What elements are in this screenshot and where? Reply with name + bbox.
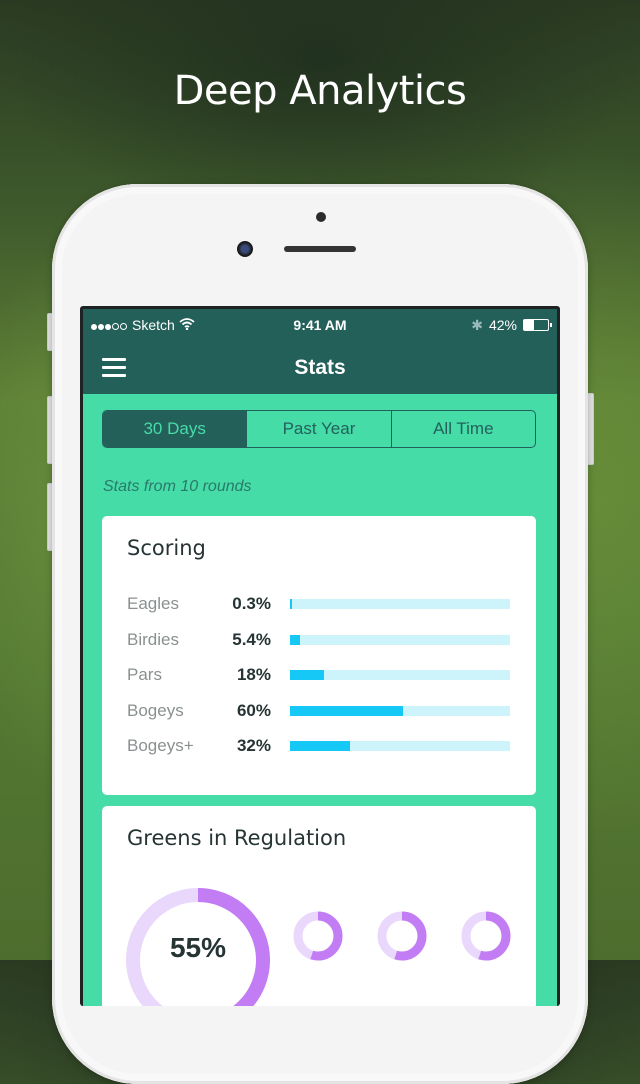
proximity-sensor (316, 212, 326, 222)
rounds-summary: Stats from 10 rounds (103, 478, 252, 495)
greens-in-regulation-card: Greens in Regulation 55% (102, 806, 536, 1006)
scoring-bar-track (290, 705, 510, 716)
scoring-row: Bogeys 60% (127, 699, 511, 723)
scoring-row-value: 18% (236, 665, 271, 684)
scoring-title: Scoring (127, 536, 206, 560)
time-range-segmented-control: 30 Days Past Year All Time (102, 410, 536, 448)
segment-past-year[interactable]: Past Year (246, 411, 390, 447)
gir-small-donut (461, 911, 511, 961)
earpiece-speaker (284, 246, 356, 252)
scoring-bar-track (290, 670, 510, 680)
scoring-row-label: Bogeys+ (127, 736, 194, 755)
segment-all-time[interactable]: All Time (390, 411, 535, 447)
scoring-card: Scoring Eagles 0.3% Birdies 5.4% Pars 18% Boge… (102, 516, 536, 795)
bluetooth-icon: ✱ (471, 316, 483, 333)
scoring-bar-fill (290, 741, 351, 751)
scoring-row-label: Birdies (127, 629, 179, 649)
scoring-bar-track (290, 634, 510, 645)
hamburger-menu-icon[interactable] (102, 358, 126, 377)
scoring-row-label: Pars (127, 665, 162, 684)
battery-icon (523, 319, 552, 331)
scoring-row-value: 60% (236, 700, 271, 720)
phone-screen: Sketch 9:41 AM ✱ 42% Stats 30 Days Past … (80, 306, 560, 1006)
scoring-row-value: 32% (236, 736, 271, 755)
scoring-row: Bogeys+ 32% (127, 734, 511, 758)
scoring-bar-fill (290, 634, 301, 645)
gir-overall-value: 55% (169, 932, 227, 963)
scoring-row: Pars 18% (127, 663, 511, 687)
scoring-row-label: Bogeys (127, 700, 184, 720)
scoring-bar-track (290, 599, 510, 609)
power-button (587, 393, 594, 465)
scoring-bar-fill (290, 599, 292, 609)
status-bar: Sketch 9:41 AM ✱ 42% (83, 309, 557, 341)
scoring-row-label: Eagles (127, 594, 179, 613)
segment-30-days[interactable]: 30 Days (103, 411, 247, 447)
gir-small-donut (293, 911, 343, 961)
nav-bar: Stats (83, 341, 557, 394)
scoring-bar-track (290, 741, 510, 751)
gir-small-donut (377, 911, 427, 961)
scoring-row: Eagles 0.3% (127, 592, 511, 616)
scoring-row-value: 5.4% (232, 629, 271, 649)
signal-strength-icon (91, 317, 128, 333)
scoring-bar-fill (290, 705, 403, 716)
wifi-icon (179, 317, 195, 333)
headline: Deep Analytics (173, 68, 467, 114)
scoring-bar-fill (290, 670, 324, 680)
battery-percent: 42% (488, 317, 517, 333)
carrier-name: Sketch (132, 317, 175, 333)
scoring-row: Birdies 5.4% (127, 628, 511, 652)
gir-title: Greens in Regulation (127, 826, 347, 850)
front-camera-icon (237, 241, 253, 257)
scoring-row-value: 0.3% (232, 594, 271, 613)
page-title: Stats (294, 355, 346, 379)
